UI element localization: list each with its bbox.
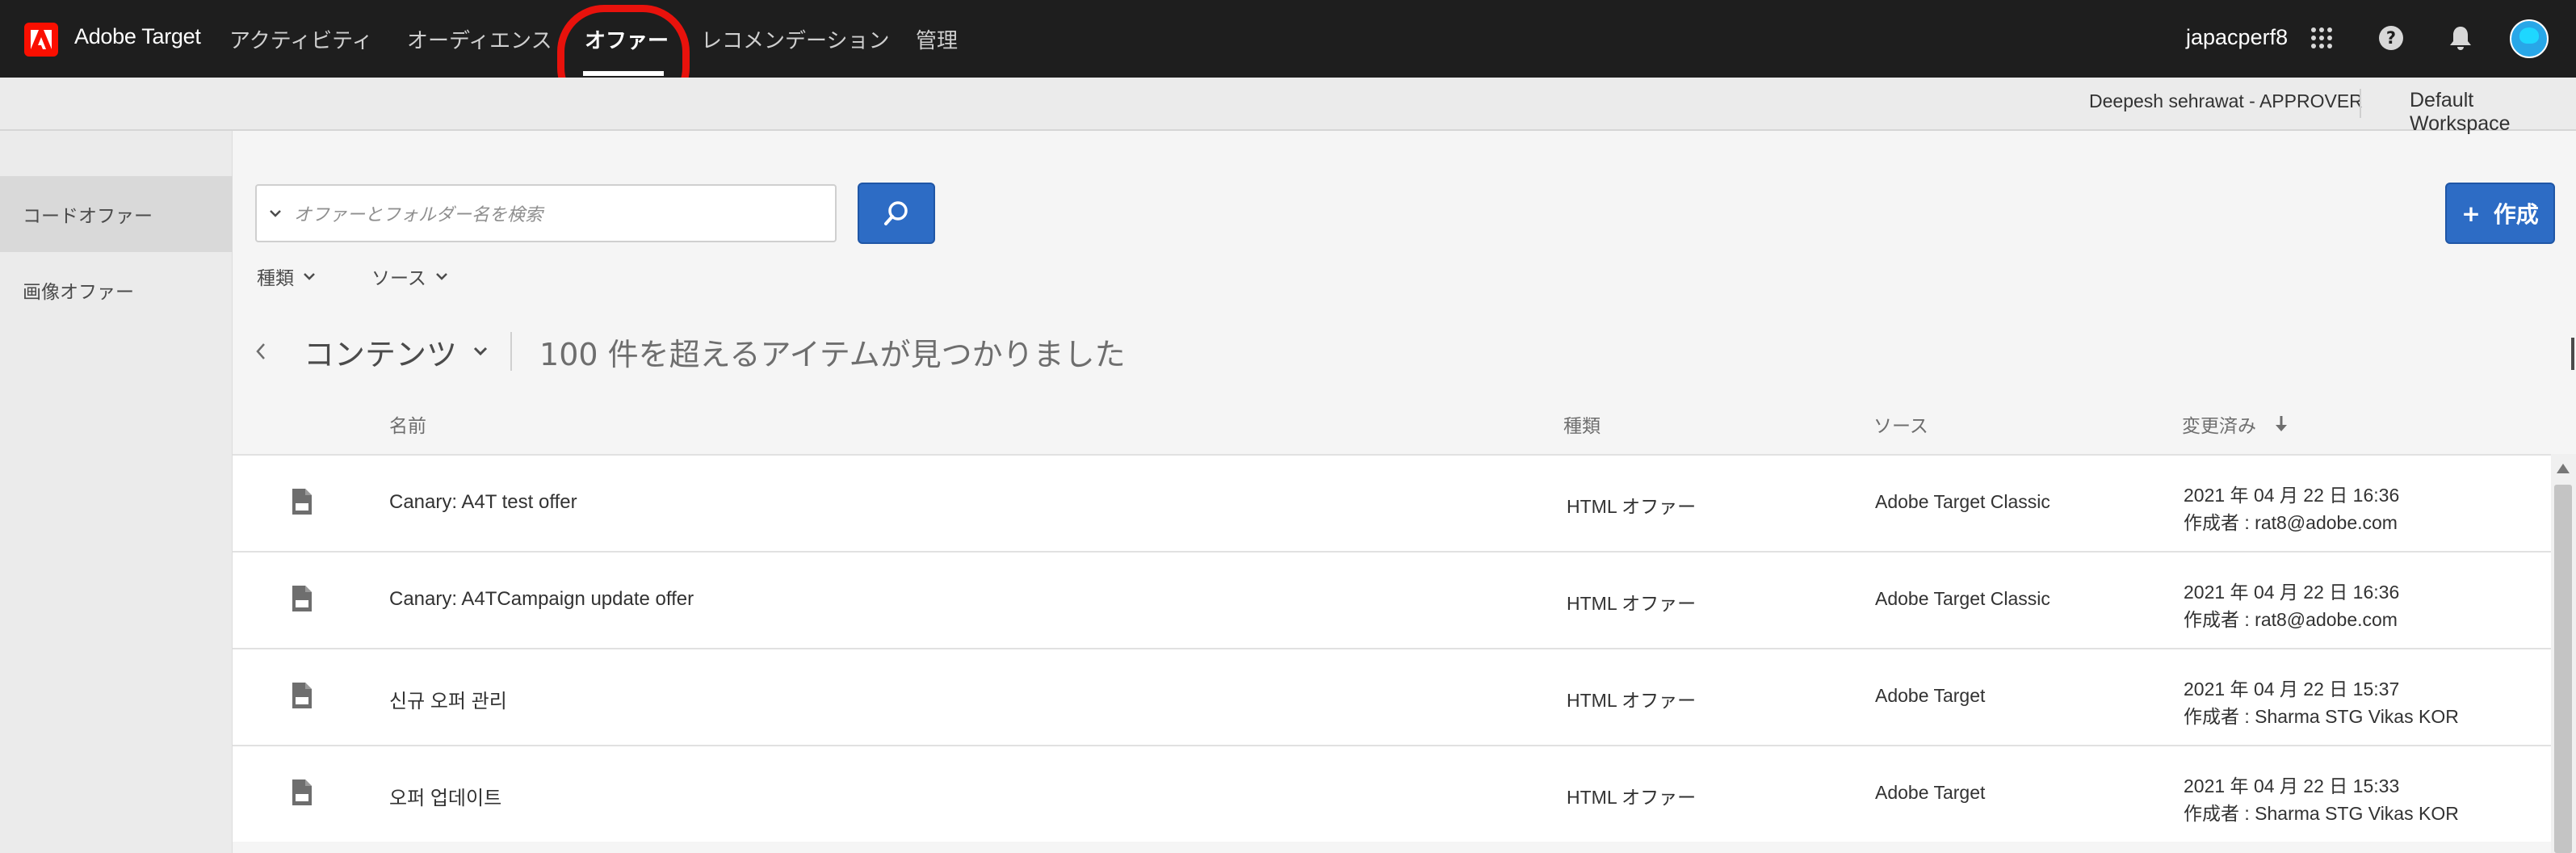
notification-bell-icon[interactable]	[2442, 19, 2479, 57]
column-header-modified[interactable]: 変更済み	[2182, 410, 2289, 438]
column-header-name[interactable]: 名前	[389, 410, 426, 438]
column-header-source[interactable]: ソース	[1873, 410, 1928, 438]
column-header-modified-label: 変更済み	[2182, 416, 2256, 437]
offer-type: HTML オファー	[1567, 496, 1697, 517]
offer-type: HTML オファー	[1567, 690, 1697, 711]
breadcrumb-divider	[510, 332, 513, 371]
offer-modified: 2021 年 04 月 22 日 16:36	[2184, 485, 2400, 506]
apps-grid-icon[interactable]	[2303, 19, 2340, 57]
type-filter[interactable]: 種類	[257, 263, 315, 290]
breadcrumb: コンテンツ 100 件を超えるアイテムが見つかりました	[255, 323, 1126, 380]
current-user-role: Deepesh sehrawat - APPROVER	[2089, 90, 2363, 111]
offer-author: 作成者 : Sharma STG Vikas KOR	[2184, 706, 2459, 727]
create-button-label: 作成	[2493, 201, 2539, 228]
search-scope-chevron-down-icon[interactable]	[257, 209, 294, 217]
nav-administration[interactable]: 管理	[916, 24, 958, 54]
search-icon	[884, 201, 908, 225]
panel-edge-handle	[2571, 338, 2574, 370]
offer-name[interactable]: 오퍼 업데이트	[389, 782, 501, 810]
table-row[interactable]: Canary: A4TCampaign update offer HTML オフ…	[233, 551, 2551, 648]
workspace-selector[interactable]: Default Workspace	[2410, 89, 2576, 136]
svg-text:?: ?	[2386, 28, 2396, 48]
user-avatar[interactable]	[2510, 19, 2549, 58]
offer-modified: 2021 年 04 月 22 日 15:33	[2184, 775, 2400, 796]
offer-source: Adobe Target Classic	[1875, 588, 2050, 609]
create-button[interactable]: + 作成	[2445, 183, 2555, 244]
html-file-icon	[292, 683, 312, 708]
adobe-logo-icon[interactable]	[24, 23, 58, 57]
offer-type: HTML オファー	[1567, 593, 1697, 614]
org-name[interactable]: japacperf8	[2186, 25, 2288, 50]
html-file-icon	[292, 489, 312, 515]
sidebar-item-code-offers[interactable]: コードオファー	[0, 176, 233, 252]
plus-icon: +	[2461, 200, 2481, 227]
table-row[interactable]: Canary: A4T test offer HTML オファー Adobe T…	[233, 454, 2551, 551]
workspace-bar: Deepesh sehrawat - APPROVER Default Work…	[0, 78, 2576, 135]
offer-name[interactable]: Canary: A4TCampaign update offer	[389, 588, 694, 611]
offer-source: Adobe Target	[1875, 782, 1986, 803]
chevron-down-icon	[304, 273, 315, 280]
table-scrollbar[interactable]	[2551, 454, 2576, 853]
workspace-divider	[2360, 89, 2361, 118]
html-file-icon	[292, 586, 312, 611]
scrollbar-thumb[interactable]	[2554, 485, 2572, 853]
column-header-type[interactable]: 種類	[1563, 410, 1601, 438]
type-filter-label: 種類	[257, 268, 294, 289]
offer-source: Adobe Target Classic	[1875, 491, 2050, 512]
source-filter-label: ソース	[371, 268, 426, 289]
nav-activities[interactable]: アクティビティ	[229, 24, 373, 54]
search-input[interactable]: オファーとフォルダー名を検索	[294, 200, 543, 226]
result-count: 100 件を超えるアイテムが見つかりました	[539, 336, 1126, 372]
back-chevron-icon[interactable]	[255, 335, 304, 368]
table-row[interactable]: 신규 오퍼 관리 HTML オファー Adobe Target 2021 年 0…	[233, 648, 2551, 745]
search-button[interactable]	[858, 183, 935, 244]
folder-chevron-down-icon[interactable]	[473, 347, 488, 356]
offer-modified: 2021 年 04 月 22 日 16:36	[2184, 582, 2400, 603]
offers-sidebar: コードオファー 画像オファー	[0, 131, 233, 853]
app-brand[interactable]: Adobe Target	[74, 24, 201, 49]
offer-type: HTML オファー	[1567, 787, 1697, 808]
offer-author: 作成者 : rat8@adobe.com	[2184, 512, 2398, 533]
sidebar-item-image-offers[interactable]: 画像オファー	[0, 252, 233, 328]
offer-name[interactable]: 신규 오퍼 관리	[389, 685, 507, 713]
offer-source: Adobe Target	[1875, 685, 1986, 706]
scroll-up-arrow-icon[interactable]	[2557, 464, 2570, 473]
table-row[interactable]: 오퍼 업데이트 HTML オファー Adobe Target 2021 年 04…	[233, 745, 2551, 842]
search-field[interactable]: オファーとフォルダー名を検索	[255, 184, 837, 242]
sort-descending-icon[interactable]	[2274, 415, 2289, 433]
offer-name[interactable]: Canary: A4T test offer	[389, 491, 577, 514]
source-filter[interactable]: ソース	[371, 263, 447, 290]
html-file-icon	[292, 779, 312, 805]
folder-name[interactable]: コンテンツ	[304, 330, 457, 374]
chevron-down-icon	[435, 273, 447, 280]
help-icon[interactable]: ?	[2373, 19, 2410, 57]
offer-author: 作成者 : rat8@adobe.com	[2184, 609, 2398, 630]
nav-audiences[interactable]: オーディエンス	[407, 24, 552, 54]
nav-recommendations[interactable]: レコメンデーション	[701, 24, 889, 54]
offer-author: 作成者 : Sharma STG Vikas KOR	[2184, 803, 2459, 824]
top-navigation: Adobe Target アクティビティ オーディエンス オファー レコメンデー…	[0, 0, 2576, 115]
offer-modified: 2021 年 04 月 22 日 15:37	[2184, 679, 2400, 700]
